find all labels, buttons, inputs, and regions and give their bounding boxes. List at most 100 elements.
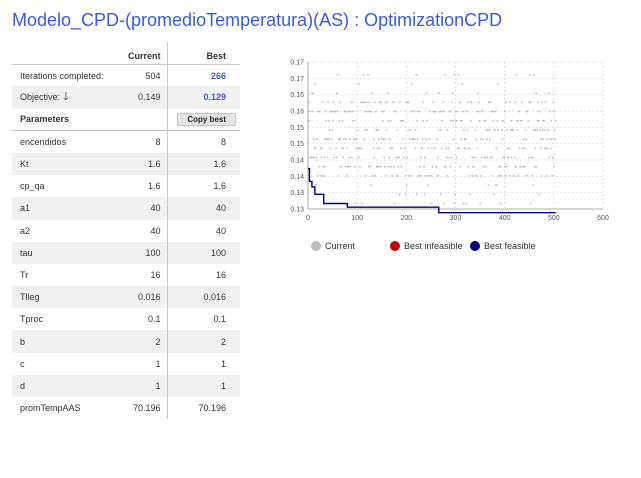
param-best: 1.6 <box>167 152 240 176</box>
current-point <box>450 119 452 122</box>
current-point <box>465 110 468 113</box>
param-name: d <box>12 374 116 397</box>
current-point <box>534 147 537 150</box>
current-point <box>372 147 375 150</box>
param-name: Kt <box>12 152 116 176</box>
current-point <box>326 156 329 159</box>
current-point <box>327 101 330 104</box>
current-point <box>488 129 491 131</box>
current-point <box>425 138 427 141</box>
current-point <box>396 175 399 177</box>
current-point <box>441 119 444 122</box>
current-point <box>516 129 519 131</box>
current-point <box>480 156 483 159</box>
param-current: 1 <box>116 374 168 397</box>
y-tick-label: 0.16 <box>290 109 304 116</box>
current-point <box>551 138 553 141</box>
current-point <box>526 175 529 177</box>
table-row: encendidos 8 8 <box>12 130 240 153</box>
current-point <box>464 147 467 150</box>
param-best: 40 <box>215 225 226 236</box>
current-point <box>308 119 311 122</box>
current-point <box>495 147 498 150</box>
current-point <box>312 92 314 95</box>
current-point <box>329 147 331 150</box>
current-point <box>506 129 508 131</box>
current-point <box>347 165 350 168</box>
current-point <box>356 129 359 131</box>
current-point <box>327 138 330 141</box>
current-point <box>514 101 516 104</box>
current-point <box>546 147 548 150</box>
param-name: encendidos <box>20 137 67 148</box>
y-tick-label: 0.17 <box>290 76 304 83</box>
legend-best-infeasible: Best infeasible <box>390 241 463 251</box>
param-name: cp_qa <box>20 181 45 192</box>
current-point <box>479 138 482 141</box>
current-point <box>313 156 315 159</box>
y-tick-label: 0.14 <box>290 174 304 181</box>
current-point <box>390 165 392 168</box>
current-point <box>407 101 410 104</box>
current-point <box>317 165 320 168</box>
current-point <box>536 129 538 131</box>
param-name: c <box>20 358 25 369</box>
current-point <box>470 119 473 122</box>
current-point <box>478 101 480 104</box>
current-point <box>349 110 352 113</box>
current-point <box>547 129 550 131</box>
current-point <box>424 175 427 177</box>
current-point <box>332 119 334 122</box>
current-point <box>551 175 554 177</box>
current-point <box>449 165 451 168</box>
current-point <box>479 202 481 205</box>
current-point <box>342 156 345 159</box>
current-point <box>350 156 353 159</box>
param-best: 0.1 <box>213 314 226 325</box>
current-point <box>532 184 535 187</box>
current-point <box>376 147 379 150</box>
current-point <box>520 119 523 122</box>
objective-current: 0.149 <box>116 86 168 109</box>
current-point <box>521 147 524 150</box>
current-point <box>540 138 542 141</box>
current-point <box>397 165 400 168</box>
current-point <box>346 147 349 150</box>
current-point <box>552 165 555 168</box>
current-point <box>471 175 474 177</box>
copy-best-cell: Copy best <box>167 108 240 132</box>
current-point <box>439 129 442 131</box>
current-point <box>353 138 356 141</box>
current-point <box>316 138 319 141</box>
objective-label: Objective: <box>20 91 61 102</box>
current-point <box>523 147 526 150</box>
table-row: c 1 1 <box>12 352 240 375</box>
chart-legend: Current Best infeasible Best feasible <box>0 241 641 255</box>
current-point <box>429 110 431 113</box>
current-point <box>459 101 461 104</box>
param-best: 1 <box>220 358 226 369</box>
current-point <box>505 165 508 168</box>
current-point <box>347 110 350 113</box>
current-point <box>462 110 464 113</box>
current-point <box>491 175 494 177</box>
current-point <box>383 165 386 168</box>
current-point <box>444 165 447 168</box>
current-point <box>337 175 340 177</box>
copy-best-button[interactable]: Copy best <box>177 112 236 126</box>
current-point <box>451 92 454 95</box>
header-best: Best <box>167 42 240 65</box>
current-point <box>345 175 348 177</box>
objective-best: 0.129 <box>167 86 240 109</box>
current-point <box>422 101 425 104</box>
y-tick-label: 0.15 <box>290 125 304 132</box>
x-tick-label: 0 <box>306 215 310 222</box>
current-point <box>505 101 507 104</box>
current-point <box>463 129 465 131</box>
current-point <box>386 101 389 104</box>
legend-best-feasible: Best feasible <box>470 241 536 251</box>
iterations-row: Iterations completed: 504 266 <box>12 64 240 87</box>
current-point <box>427 147 430 150</box>
current-point <box>345 138 347 141</box>
current-point <box>375 110 377 113</box>
